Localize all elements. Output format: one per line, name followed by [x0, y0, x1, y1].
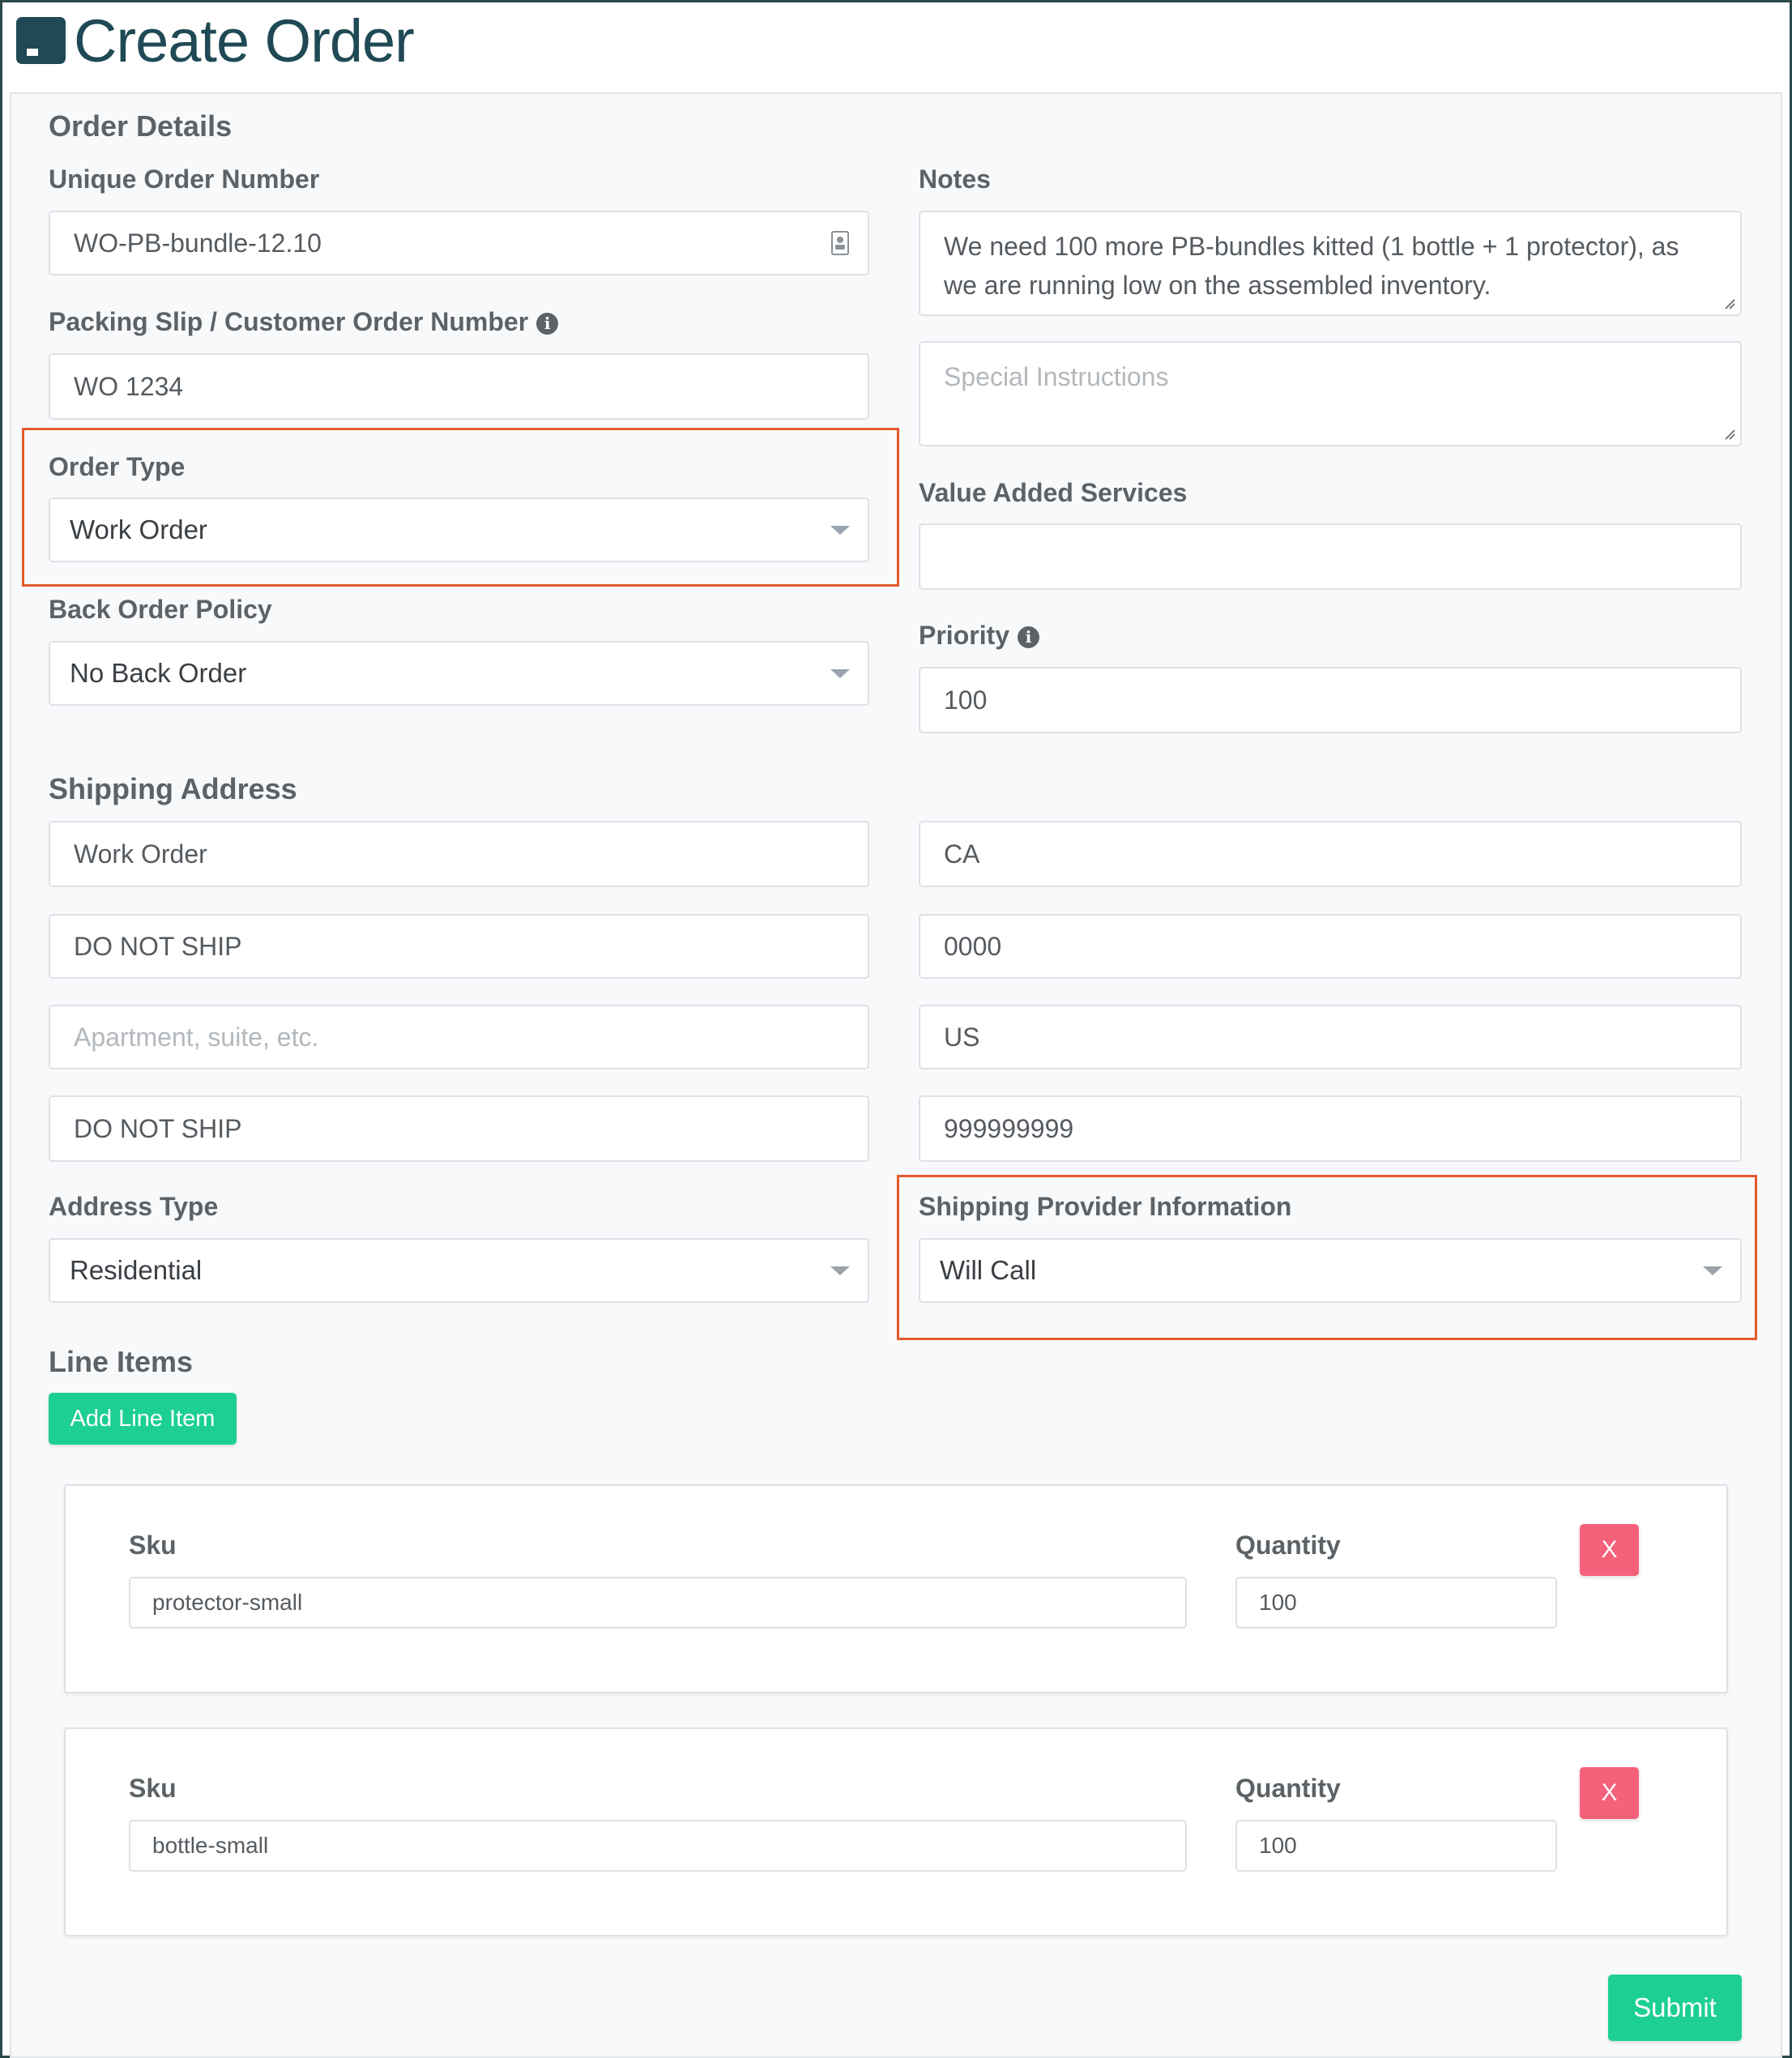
shipping-provider-label: Shipping Provider Information: [919, 1192, 1292, 1221]
address1-value: DO NOT SHIP: [74, 931, 242, 961]
country-value: US: [944, 1022, 980, 1052]
order-type-label: Order Type: [49, 452, 186, 481]
address-type-select[interactable]: Residential: [49, 1238, 869, 1303]
sku-input[interactable]: bottle-small: [129, 1820, 1187, 1872]
quantity-value: 100: [1259, 1590, 1297, 1615]
zip-value: 0000: [944, 931, 1002, 961]
packing-slip-label: Packing Slip / Customer Order Number i: [49, 307, 559, 337]
priority-input[interactable]: 100: [919, 667, 1742, 733]
remove-line-item-button[interactable]: X: [1580, 1524, 1639, 1576]
priority-label: Priority i: [919, 621, 1040, 651]
city-input[interactable]: DO NOT SHIP: [49, 1095, 869, 1162]
quantity-label: Quantity: [1235, 1774, 1341, 1803]
quantity-label: Quantity: [1235, 1531, 1341, 1560]
info-icon[interactable]: i: [536, 313, 559, 335]
city-value: DO NOT SHIP: [74, 1113, 242, 1143]
resize-handle-icon[interactable]: [1724, 298, 1735, 310]
back-order-policy-value: No Back Order: [70, 658, 247, 688]
unique-order-number-label: Unique Order Number: [49, 164, 320, 194]
packing-slip-input[interactable]: WO 1234: [49, 353, 869, 420]
chevron-down-icon: [830, 669, 850, 678]
quantity-input[interactable]: 100: [1235, 1820, 1557, 1872]
page-title: Create Order: [74, 7, 415, 75]
unique-order-number-input[interactable]: WO-PB-bundle-12.10: [49, 211, 869, 275]
chevron-down-icon: [830, 526, 850, 535]
add-line-item-button[interactable]: Add Line Item: [49, 1393, 237, 1445]
order-type-value: Work Order: [70, 514, 207, 544]
value-added-services-label: Value Added Services: [919, 478, 1188, 507]
sku-value: bottle-small: [152, 1833, 269, 1858]
sku-input[interactable]: protector-small: [129, 1577, 1187, 1629]
address2-input[interactable]: Apartment, suite, etc.: [49, 1005, 869, 1070]
phone-value: 999999999: [944, 1113, 1074, 1143]
sku-label: Sku: [129, 1531, 177, 1560]
back-order-policy-select[interactable]: No Back Order: [49, 641, 869, 706]
back-order-policy-label: Back Order Policy: [49, 595, 272, 624]
resize-handle-icon[interactable]: [1724, 429, 1735, 440]
quantity-value: 100: [1259, 1833, 1297, 1858]
order-type-select[interactable]: Work Order: [49, 497, 869, 562]
address-type-label: Address Type: [49, 1192, 219, 1221]
info-icon[interactable]: i: [1018, 626, 1040, 648]
unique-order-number-value: WO-PB-bundle-12.10: [74, 228, 322, 258]
shipping-provider-value: Will Call: [940, 1255, 1037, 1285]
shipping-provider-select[interactable]: Will Call: [919, 1238, 1742, 1303]
contact-card-icon[interactable]: [831, 231, 849, 255]
priority-value: 100: [944, 685, 988, 715]
sku-value: protector-small: [152, 1590, 303, 1615]
remove-line-item-button[interactable]: X: [1580, 1767, 1639, 1819]
packing-slip-label-text: Packing Slip / Customer Order Number: [49, 307, 529, 336]
quantity-input[interactable]: 100: [1235, 1577, 1557, 1629]
box-icon: [16, 17, 66, 64]
packing-slip-value: WO 1234: [74, 371, 184, 401]
priority-label-text: Priority: [919, 621, 1010, 650]
notes-textarea[interactable]: We need 100 more PB-bundles kitted (1 bo…: [919, 211, 1742, 316]
ship-name-value: Work Order: [74, 839, 207, 869]
address1-input[interactable]: DO NOT SHIP: [49, 914, 869, 979]
sku-label: Sku: [129, 1774, 177, 1803]
zip-input[interactable]: 0000: [919, 914, 1742, 979]
window-frame: Create Order Order Details Unique Order …: [0, 0, 1792, 2058]
chevron-down-icon: [830, 1266, 850, 1275]
special-instructions-placeholder: Special Instructions: [944, 362, 1169, 391]
submit-button[interactable]: Submit: [1608, 1975, 1742, 2041]
value-added-services-input[interactable]: [919, 523, 1742, 590]
state-value: CA: [944, 839, 980, 869]
state-input[interactable]: CA: [919, 821, 1742, 887]
address2-placeholder: Apartment, suite, etc.: [74, 1022, 319, 1052]
ship-name-input[interactable]: Work Order: [49, 821, 869, 887]
line-items-heading: Line Items: [49, 1345, 194, 1378]
notes-label: Notes: [919, 164, 991, 194]
shipping-address-heading: Shipping Address: [49, 772, 297, 805]
special-instructions-textarea[interactable]: Special Instructions: [919, 341, 1742, 446]
address-type-value: Residential: [70, 1255, 203, 1285]
country-input[interactable]: US: [919, 1005, 1742, 1070]
notes-value: We need 100 more PB-bundles kitted (1 bo…: [944, 232, 1679, 300]
chevron-down-icon: [1703, 1266, 1722, 1275]
phone-input[interactable]: 999999999: [919, 1095, 1742, 1162]
order-details-heading: Order Details: [49, 109, 233, 143]
